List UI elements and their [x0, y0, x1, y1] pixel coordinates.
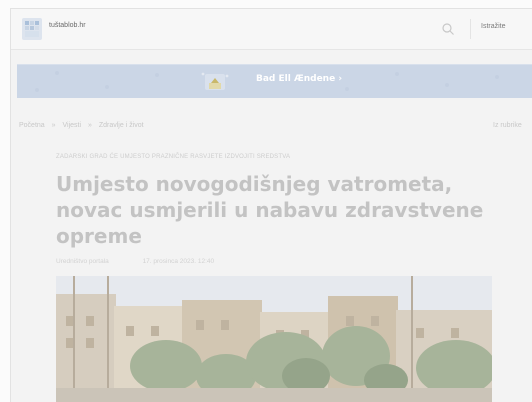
header-menu-link[interactable]: Istražite: [481, 23, 506, 30]
page: tuštablob.hr Istražite Bad Ell Ændene › …: [0, 0, 532, 402]
browser-viewport: tuštablob.hr Istražite Bad Ell Ændene › …: [10, 8, 532, 402]
article-tagline: ZADARSKI GRAD ĆE UMJESTO PRAZNIČNE RASVJ…: [56, 154, 291, 160]
breadcrumb-separator: »: [88, 122, 92, 129]
site-name[interactable]: tuštablob.hr: [49, 22, 86, 29]
site-logo-icon[interactable]: [20, 16, 44, 42]
article-date: 17. prosinca 2023. 12:40: [142, 258, 215, 265]
article-headline: Umjesto novogodišnjeg vatrometa, novac u…: [56, 172, 484, 248]
breadcrumb-category[interactable]: Zdravlje i život: [99, 122, 144, 129]
breadcrumb-home[interactable]: Početna: [19, 122, 45, 129]
header-divider: [470, 19, 471, 39]
banner-cta-button[interactable]: Bad Ell Ændene ›: [256, 74, 342, 84]
promo-banner[interactable]: Bad Ell Ændene ›: [17, 64, 532, 98]
breadcrumb-right-link[interactable]: Iz rubrike: [493, 122, 522, 129]
search-icon[interactable]: [441, 22, 455, 36]
breadcrumb-section[interactable]: Vijesti: [63, 122, 82, 129]
site-header: tuštablob.hr Istražite: [11, 9, 532, 50]
article-author[interactable]: Uredništvo portala: [56, 258, 109, 265]
banner-illustration-icon: [201, 72, 229, 90]
article-photo[interactable]: [56, 276, 492, 402]
article-meta: Uredništvo portala 17. prosinca 2023. 12…: [56, 258, 214, 265]
breadcrumb-separator: »: [51, 122, 56, 129]
breadcrumb: Početna » Vijesti » Zdravlje i život: [19, 122, 149, 129]
